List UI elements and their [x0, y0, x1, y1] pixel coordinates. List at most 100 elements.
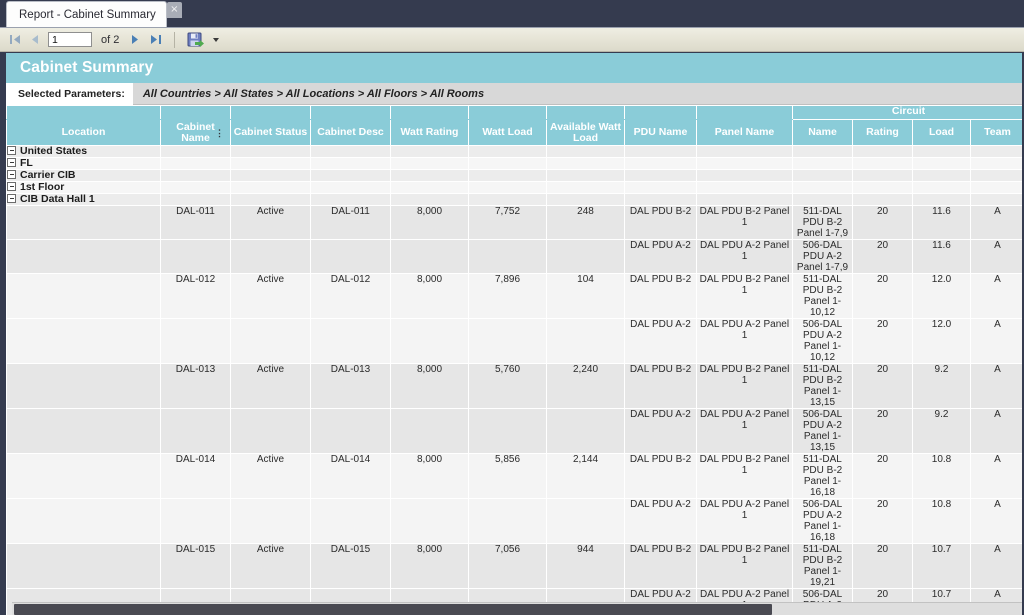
table-row[interactable]: DAL PDU A-2DAL PDU A-2 Panel 1506-DAL PD… [7, 240, 1024, 274]
hierarchy-empty-cell [793, 158, 853, 170]
hierarchy-empty-cell [161, 146, 231, 158]
report-content: Cabinet Summary Selected Parameters: All… [6, 53, 1024, 615]
column-header-watt-rating[interactable]: Watt Rating [391, 120, 469, 146]
hierarchy-empty-cell [625, 146, 697, 158]
circuit-team-cell: A [971, 544, 1024, 589]
tab-report-cabinet-summary[interactable]: Report - Cabinet Summary [6, 1, 167, 27]
column-header-cabinet-status[interactable]: Cabinet Status [231, 120, 311, 146]
collapse-icon[interactable] [7, 194, 16, 203]
cabinet-name-cell: DAL-013 [161, 364, 231, 409]
watt-rating-cell: 8,000 [391, 206, 469, 240]
first-page-icon[interactable] [8, 32, 22, 48]
pdu-name-cell: DAL PDU B-2 [625, 274, 697, 319]
close-icon[interactable]: × [167, 2, 182, 18]
report-viewport: Cabinet Summary Selected Parameters: All… [0, 53, 1024, 615]
column-header-circuit-name[interactable]: Name [793, 120, 853, 146]
previous-page-icon[interactable] [28, 32, 42, 48]
column-header-circuit-rating[interactable]: Rating [853, 120, 913, 146]
hierarchy-row[interactable]: CIB Data Hall 1 [7, 194, 1024, 206]
collapse-icon[interactable] [7, 146, 16, 155]
table-row[interactable]: DAL-014ActiveDAL-0148,0005,8562,144DAL P… [7, 454, 1024, 499]
hierarchy-empty-cell [853, 182, 913, 194]
hierarchy-empty-cell [469, 146, 547, 158]
column-header-cabinet-desc[interactable]: Cabinet Desc [311, 120, 391, 146]
table-row[interactable]: DAL-012ActiveDAL-0128,0007,896104DAL PDU… [7, 274, 1024, 319]
table-row[interactable]: DAL-015ActiveDAL-0158,0007,056944DAL PDU… [7, 544, 1024, 589]
column-header-cabinet-name[interactable]: Cabinet Name ⋮ [161, 120, 231, 146]
hierarchy-label-cell[interactable]: CIB Data Hall 1 [7, 194, 161, 206]
horizontal-scrollbar-thumb[interactable] [14, 604, 772, 615]
page-number-input[interactable] [48, 32, 92, 47]
location-cell [7, 544, 161, 589]
collapse-icon[interactable] [7, 158, 16, 167]
available-watt-load-cell: 248 [547, 206, 625, 240]
hierarchy-row[interactable]: Carrier CIB [7, 170, 1024, 182]
column-header-circuit-load[interactable]: Load [913, 120, 971, 146]
hierarchy-empty-cell [793, 194, 853, 206]
cabinet-summary-table: Circuit Location Cabinet Name ⋮ Cabinet … [6, 105, 1024, 615]
watt-load-cell: 5,856 [469, 454, 547, 499]
hierarchy-row[interactable]: 1st Floor [7, 182, 1024, 194]
cabinet-desc-cell [311, 499, 391, 544]
watt-rating-cell [391, 240, 469, 274]
collapse-icon[interactable] [7, 182, 16, 191]
column-header-available-watt-load[interactable]: Available Watt Load [547, 120, 625, 146]
save-export-icon[interactable] [187, 32, 204, 48]
sort-indicator-icon[interactable]: ⋮ [215, 130, 224, 136]
column-header-pdu-name[interactable]: PDU Name [625, 120, 697, 146]
circuit-name-cell: 511-DAL PDU B-2 Panel 1-10,12 [793, 274, 853, 319]
circuit-load-cell: 10.7 [913, 544, 971, 589]
hierarchy-label-cell[interactable]: United States [7, 146, 161, 158]
horizontal-scrollbar[interactable] [12, 602, 1024, 615]
cabinet-name-cell: DAL-011 [161, 206, 231, 240]
column-header-watt-load[interactable]: Watt Load [469, 120, 547, 146]
column-header-circuit-team[interactable]: Team [971, 120, 1024, 146]
column-header-panel-name[interactable]: Panel Name [697, 120, 793, 146]
column-header-location[interactable]: Location [7, 120, 161, 146]
table-row[interactable]: DAL-013ActiveDAL-0138,0005,7602,240DAL P… [7, 364, 1024, 409]
watt-load-cell [469, 409, 547, 454]
table-row[interactable]: DAL PDU A-2DAL PDU A-2 Panel 1506-DAL PD… [7, 319, 1024, 364]
report-toolbar: of 2 [0, 28, 1024, 52]
hierarchy-empty-cell [469, 170, 547, 182]
location-cell [7, 409, 161, 454]
table-row[interactable]: DAL PDU A-2DAL PDU A-2 Panel 1506-DAL PD… [7, 409, 1024, 454]
watt-load-cell [469, 499, 547, 544]
hierarchy-empty-cell [311, 158, 391, 170]
cabinet-status-cell [231, 319, 311, 364]
location-cell [7, 206, 161, 240]
watt-load-cell [469, 240, 547, 274]
available-watt-load-cell [547, 499, 625, 544]
table-row[interactable]: DAL PDU A-2DAL PDU A-2 Panel 1506-DAL PD… [7, 499, 1024, 544]
available-watt-load-cell: 2,240 [547, 364, 625, 409]
collapse-icon[interactable] [7, 170, 16, 179]
location-cell [7, 499, 161, 544]
last-page-icon[interactable] [148, 32, 162, 48]
hierarchy-empty-cell [391, 146, 469, 158]
hierarchy-row[interactable]: United States [7, 146, 1024, 158]
hierarchy-empty-cell [547, 158, 625, 170]
header-group-circuit: Circuit [793, 106, 1024, 120]
hierarchy-label-cell[interactable]: Carrier CIB [7, 170, 161, 182]
hierarchy-empty-cell [913, 182, 971, 194]
circuit-name-cell: 511-DAL PDU B-2 Panel 1-19,21 [793, 544, 853, 589]
table-row[interactable]: DAL-011ActiveDAL-0118,0007,752248DAL PDU… [7, 206, 1024, 240]
circuit-rating-cell: 20 [853, 409, 913, 454]
hierarchy-empty-cell [697, 158, 793, 170]
hierarchy-label-cell[interactable]: 1st Floor [7, 182, 161, 194]
chevron-down-icon[interactable] [213, 38, 219, 42]
header-spacer-panel-name [697, 106, 793, 120]
next-page-icon[interactable] [128, 32, 142, 48]
cabinet-desc-cell: DAL-013 [311, 364, 391, 409]
table-body: United StatesFLCarrier CIB1st FloorCIB D… [7, 146, 1024, 615]
hierarchy-empty-cell [469, 182, 547, 194]
circuit-team-cell: A [971, 319, 1024, 364]
circuit-team-cell: A [971, 454, 1024, 499]
available-watt-load-cell [547, 409, 625, 454]
header-spacer-pdu-name [625, 106, 697, 120]
hierarchy-empty-cell [971, 170, 1024, 182]
selected-parameters-value: All Countries > All States > All Locatio… [133, 88, 484, 100]
hierarchy-label-cell[interactable]: FL [7, 158, 161, 170]
hierarchy-row[interactable]: FL [7, 158, 1024, 170]
circuit-rating-cell: 20 [853, 364, 913, 409]
